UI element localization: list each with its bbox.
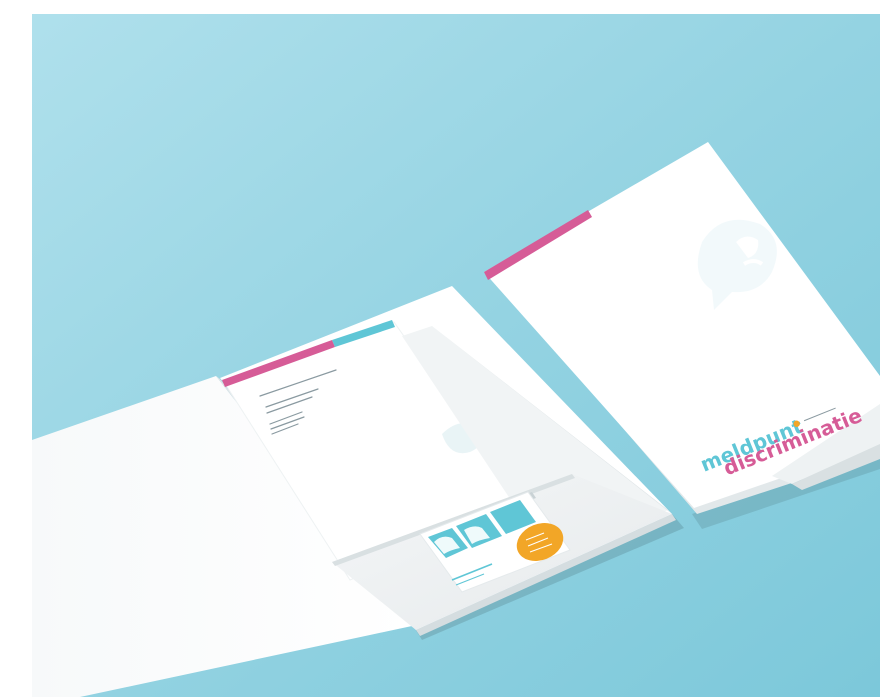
folder-mockup-photo: meldpunt discriminatie <box>32 14 880 697</box>
photo-frame: meldpunt discriminatie <box>0 0 880 697</box>
mockup-illustration: meldpunt discriminatie <box>32 14 880 697</box>
